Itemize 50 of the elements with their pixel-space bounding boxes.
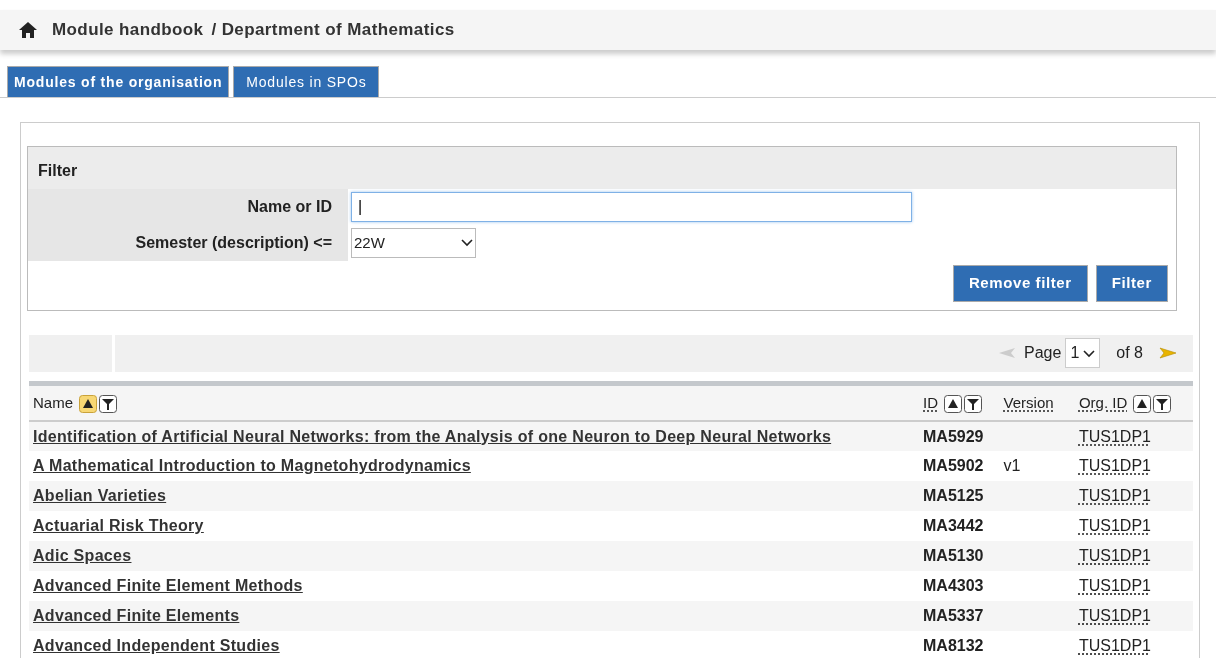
module-id: MA8132 <box>923 637 984 654</box>
module-id: MA5125 <box>923 487 984 504</box>
column-header[interactable]: Org. ID <box>1078 393 1128 411</box>
name-input-field[interactable]: | <box>351 192 912 222</box>
version-text: v1 <box>1003 457 1021 474</box>
tab[interactable]: Modules of the organisation <box>7 66 230 97</box>
home-icon[interactable] <box>18 21 38 39</box>
org-id: TUS1DP1 <box>1078 637 1151 654</box>
page-select[interactable]: 1 <box>1065 338 1101 368</box>
filter-icon[interactable] <box>1153 394 1172 413</box>
module-link[interactable]: Adic Spaces <box>33 547 132 564</box>
org-id: TUS1DP1 <box>1078 517 1151 534</box>
column-header[interactable]: Name <box>33 393 73 411</box>
module-id: MA5130 <box>923 547 984 564</box>
sort-up-icon[interactable] <box>944 394 962 413</box>
semester-select[interactable]: 22W <box>351 228 476 258</box>
org-id: TUS1DP1 <box>1078 577 1151 594</box>
sort-up-icon[interactable] <box>1133 394 1152 413</box>
filter-title: Filter <box>28 147 1176 189</box>
module-id: MA4303 <box>923 577 984 594</box>
module-link[interactable]: Advanced Finite Element Methods <box>33 577 303 594</box>
module-id: MA5929 <box>923 427 984 445</box>
module-link[interactable]: Abelian Varieties <box>33 487 167 504</box>
org-id: TUS1DP1 <box>1078 427 1151 445</box>
org-id: TUS1DP1 <box>1078 457 1151 474</box>
page-label: Page <box>1024 343 1062 363</box>
org-id: TUS1DP1 <box>1078 607 1151 624</box>
column-header[interactable]: ID <box>923 393 938 411</box>
module-link[interactable]: Actuarial Risk Theory <box>33 517 204 534</box>
chevron-down-icon <box>461 239 473 247</box>
filter-icon[interactable] <box>99 394 117 413</box>
module-id: MA5337 <box>923 607 984 624</box>
module-link[interactable]: A Mathematical Introduction to Magnetohydrodynamics <box>33 457 471 474</box>
tab[interactable]: Modules in SPOs <box>233 66 380 97</box>
breadcrumb: / Department of Mathematics <box>211 19 455 42</box>
field-label: Name or ID <box>247 197 332 217</box>
remove-filter-button[interactable]: Remove filter <box>952 265 1088 302</box>
page-title: Module handbook <box>52 19 204 42</box>
chevron-down-icon <box>1083 349 1096 358</box>
filter-icon[interactable] <box>964 394 982 413</box>
org-id: TUS1DP1 <box>1078 487 1151 504</box>
module-id: MA3442 <box>923 517 984 534</box>
module-id: MA5902 <box>923 457 984 474</box>
module-link[interactable]: Advanced Independent Studies <box>33 637 280 654</box>
sort-up-icon[interactable] <box>79 394 97 413</box>
org-id: TUS1DP1 <box>1078 547 1151 564</box>
page-count: of 8 <box>1116 343 1143 363</box>
filter-button[interactable]: Filter <box>1095 265 1168 302</box>
module-link[interactable]: Advanced Finite Elements <box>33 607 240 624</box>
field-label: Semester (description) <= <box>135 233 332 253</box>
